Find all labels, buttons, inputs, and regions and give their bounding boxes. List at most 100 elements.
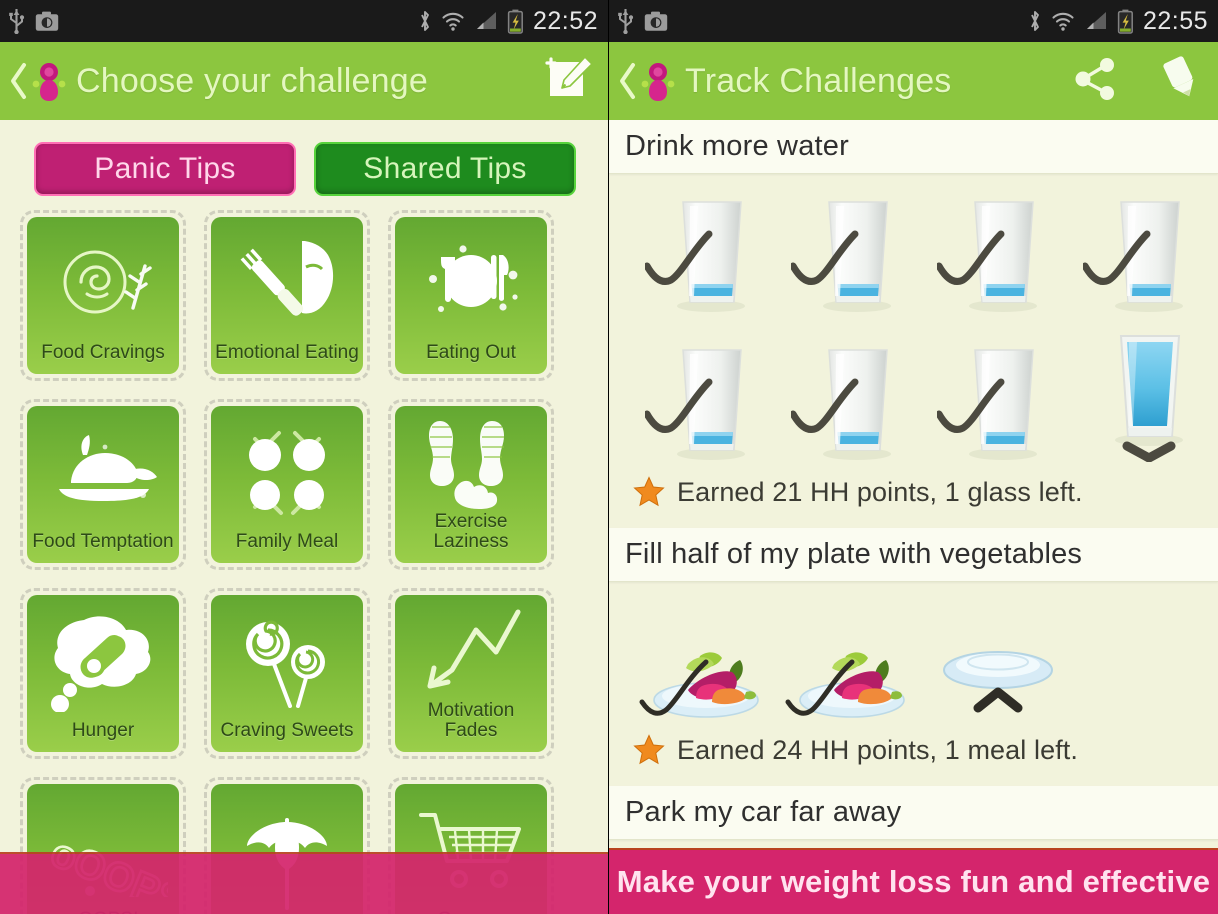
challenge-park-my-car-far-away[interactable]: Park my car far away [609,786,1218,840]
back-button[interactable] [617,60,685,102]
glass-slot[interactable] [633,336,779,462]
star-icon [633,734,665,765]
tab-shared-tips[interactable]: Shared Tips [314,142,576,196]
challenge-body: Earned 21 HH points, 1 glass left. [609,174,1218,528]
bluetooth-icon [421,11,429,31]
plate-cutlery-icon [395,225,547,343]
dual-screenshot: 22:52 Choose your challenge Panic Tips S… [0,0,1218,914]
challenge-drink-more-water[interactable]: Drink more water Earned 21 HH points, 1 … [609,120,1218,528]
roast-turkey-icon [27,414,179,532]
tile-label: Exercise Laziness [433,510,509,553]
tile-label: Hunger [71,720,135,742]
challenge-tile-grid: Food Cravings Emotional Eating Eating Ou… [0,210,608,914]
tile-hunger[interactable]: Hunger [20,588,186,759]
earned-points-text: Earned 24 HH points, 1 meal left. [677,734,1079,765]
tile-family-meal[interactable]: Family Meal [204,399,370,570]
tab-shared-tips-label: Shared Tips [363,152,527,185]
promo-banner: Make your weight loss fun and effective [609,848,1218,914]
signal-bars-icon [1086,12,1106,29]
share-icon[interactable] [1072,55,1120,108]
tile-exercise-laziness[interactable]: Exercise Laziness [388,399,554,570]
screenshot-camera-icon [35,11,59,31]
tile-eating-out[interactable]: Eating Out [388,210,554,381]
usb-icon [618,9,634,34]
challenge-header[interactable]: Drink more water [609,120,1218,174]
water-glass-row-1 [609,188,1218,314]
glass-slot-current[interactable] [1071,322,1217,462]
usb-icon [9,9,25,34]
plate-slot[interactable] [633,634,779,730]
app-bar: Choose your challenge [0,42,608,120]
battery-charging-icon [507,9,523,34]
challenge-header[interactable]: Park my car far away [609,786,1218,840]
glass-slot[interactable] [779,336,925,462]
challenge-title: Park my car far away [625,796,902,828]
challenge-title: Fill half of my plate with vegetables [625,538,1083,570]
footprints-icon [395,414,547,512]
glass-slot[interactable] [925,188,1071,314]
star-icon [633,476,665,507]
app-logo-icon [641,60,675,102]
signal-bars-icon [476,12,496,29]
status-bar: 22:55 [609,0,1218,42]
tips-tab-bar: Panic Tips Shared Tips [0,120,608,210]
tile-label: Motivation Fades [427,699,515,742]
tile-craving-sweets[interactable]: Craving Sweets [204,588,370,759]
status-bar-right-icons: 22:52 [418,7,598,36]
status-bar: 22:52 [0,0,608,42]
earned-points-text: Earned 21 HH points, 1 glass left. [677,476,1083,507]
glass-slot[interactable] [633,188,779,314]
zigzag-arrow-icon [395,603,547,701]
edit-pencil-icon[interactable] [1154,55,1204,108]
wifi-icon [442,12,464,31]
status-bar-clock: 22:52 [532,6,598,35]
earned-points-row: Earned 21 HH points, 1 glass left. [609,462,1218,520]
tile-label: Food Cravings [41,342,165,364]
bluetooth-icon [1031,11,1039,31]
back-chevron-icon [620,63,635,99]
status-bar-left-icons [617,8,668,34]
glass-slot[interactable] [925,336,1071,462]
status-bar-clock: 22:55 [1142,6,1208,35]
tile-emotional-eating[interactable]: Emotional Eating [204,210,370,381]
tile-food-temptation[interactable]: Food Temptation [20,399,186,570]
wifi-icon [1052,12,1074,31]
tab-panic-tips-label: Panic Tips [94,152,236,185]
promo-banner-text: Make your weight loss fun and effective [616,864,1211,899]
add-note-icon[interactable] [544,55,594,108]
plate-slot-current[interactable] [925,604,1071,730]
page-title: Track Challenges [685,61,952,100]
tile-label: Family Meal [235,531,339,553]
four-plates-icon [211,414,363,532]
tile-motivation-fades[interactable]: Motivation Fades [388,588,554,759]
bread-swirl-icon [27,225,179,343]
glass-slot[interactable] [1071,188,1217,314]
earned-points-row: Earned 24 HH points, 1 meal left. [609,730,1218,778]
tile-label: Food Temptation [32,531,174,553]
glass-slot[interactable] [779,188,925,314]
tab-panic-tips[interactable]: Panic Tips [34,142,296,196]
app-bar-actions [544,55,594,108]
challenge-fill-half-plate-vegetables[interactable]: Fill half of my plate with vegetables Ea… [609,528,1218,786]
lollipops-icon [211,603,363,721]
app-bar-actions [1072,55,1204,108]
page-title: Choose your challenge [76,61,428,100]
tile-label: Craving Sweets [220,720,354,742]
tile-food-cravings[interactable]: Food Cravings [20,210,186,381]
app-bar: Track Challenges [609,42,1218,120]
plate-slot[interactable] [779,634,925,730]
water-glass-row-2 [609,322,1218,462]
vegetable-plate-row [609,604,1218,730]
status-bar-left-icons [8,8,59,34]
back-button[interactable] [8,60,76,102]
left-screen: 22:52 Choose your challenge Panic Tips S… [0,0,609,914]
right-screen: 22:55 Track Challenges Drink more water … [609,0,1218,914]
battery-charging-icon [1117,9,1133,34]
tile-label: Eating Out [426,342,516,364]
app-logo-icon [32,60,66,102]
challenge-header[interactable]: Fill half of my plate with vegetables [609,528,1218,582]
challenge-body: Earned 24 HH points, 1 meal left. [609,582,1218,786]
back-chevron-icon [11,63,26,99]
tile-label: Emotional Eating [215,342,359,364]
status-bar-right-icons: 22:55 [1028,7,1208,36]
